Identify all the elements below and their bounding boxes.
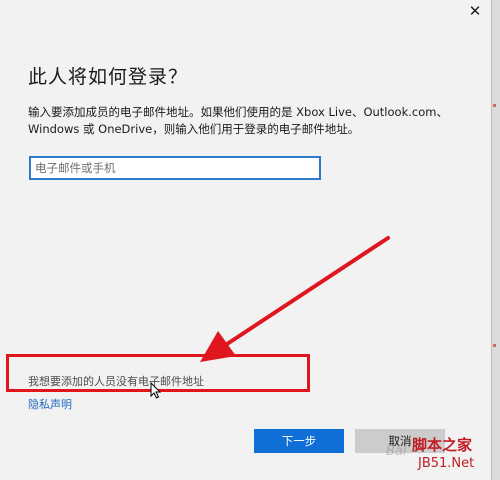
next-button[interactable]: 下一步 <box>254 429 344 453</box>
baidu-watermark: Bai <box>386 444 407 459</box>
arrow-annotation <box>200 236 390 362</box>
mouse-pointer-icon <box>150 382 162 399</box>
arrow-shaft <box>222 236 390 348</box>
arrow-head <box>200 331 236 362</box>
watermark-site: JB51.Net <box>418 456 475 471</box>
watermark-logo: 脚本之家 <box>412 436 473 454</box>
